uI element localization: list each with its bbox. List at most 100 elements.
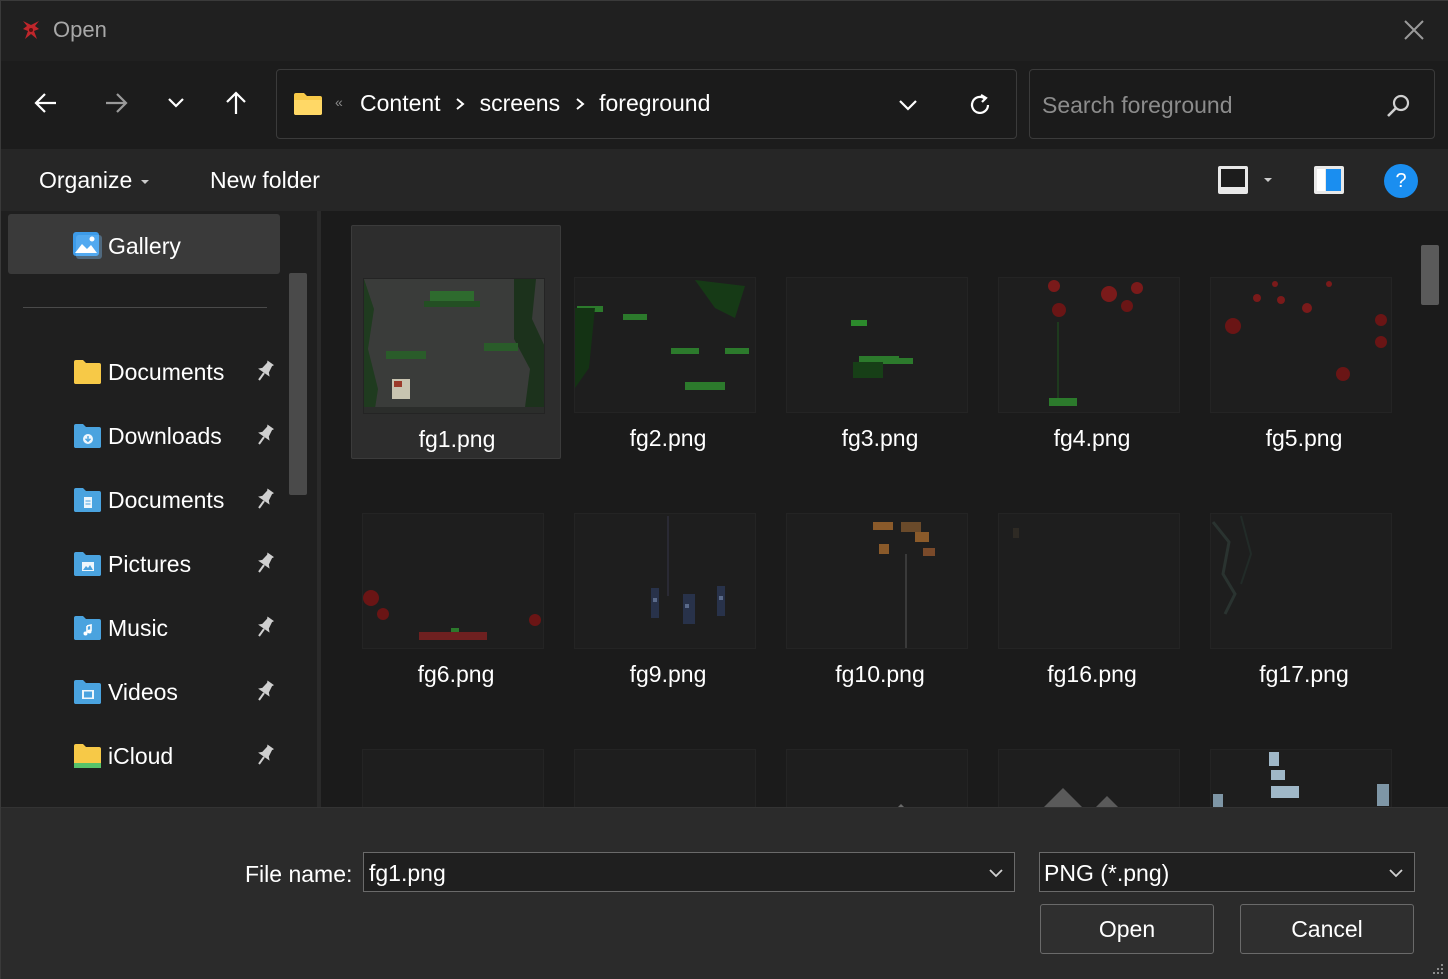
chevron-down-icon[interactable] [986,863,1006,883]
breadcrumb-screens[interactable]: screens [480,90,561,117]
sidebar-item-documents[interactable]: Documents [1,473,283,529]
pin-icon[interactable] [253,615,275,639]
file-tile-partial[interactable] [563,697,773,807]
file-tile[interactable]: fg3.png [775,225,985,459]
file-grid: fg1.png fg2.png fg3.png fg4.png fg5.png fg6.p… [321,211,1417,807]
sidebar-item-label: iCloud [108,743,174,769]
file-name-label: File name: [245,861,353,887]
refresh-icon [970,94,990,114]
chevron-right-icon[interactable] [441,94,480,114]
pin-icon[interactable] [253,679,275,703]
search-input[interactable] [1042,88,1382,122]
search-icon[interactable] [1384,92,1412,120]
bottom-panel: File name: fg1.png PNG (*.png) Open Canc… [1,807,1448,979]
file-thumbnail [1210,277,1392,413]
breadcrumb-content[interactable]: Content [360,90,441,117]
sidebar-item-label: Pictures [108,551,192,577]
help-button[interactable]: ? [1384,164,1418,198]
close-icon[interactable] [1397,13,1431,47]
file-tile-partial[interactable] [775,697,985,807]
file-tile[interactable]: fg5.png [1199,225,1409,459]
folder-icon [74,360,101,384]
file-tile[interactable]: fg10.png [775,461,985,695]
file-thumbnail [1210,749,1392,807]
pin-icon[interactable] [253,743,275,767]
app-icon [23,21,39,39]
command-bar: Organize New folder [1,149,1448,211]
sidebar-item-label: Videos [108,679,178,705]
file-thumbnail [998,513,1180,649]
title-bar: Open [1,1,1448,61]
file-name: fg5.png [1265,425,1343,451]
file-tile[interactable]: fg1.png [351,225,561,459]
music-folder-icon [74,616,101,640]
chevron-down-icon [168,98,184,108]
file-thumbnail [1210,513,1392,649]
back-button[interactable] [26,83,66,123]
videos-folder-icon [74,680,101,704]
window-title: Open [53,17,107,42]
file-thumbnail [786,513,968,649]
file-name: fg2.png [629,425,707,451]
file-name-value: fg1.png [369,860,446,886]
address-history-button[interactable] [891,88,925,122]
arrow-right-icon [106,93,128,113]
recent-locations-button[interactable] [156,83,196,123]
sidebar-item-downloads[interactable]: Downloads [1,409,283,465]
file-tile-partial[interactable] [1199,697,1409,807]
address-bar[interactable]: « Content screens foreground [276,69,1017,139]
sidebar-item-icloud[interactable]: iCloud [1,729,283,785]
file-tile[interactable]: fg2.png [563,225,773,459]
file-thumbnail [362,749,544,807]
file-tile[interactable]: fg17.png [1199,461,1409,695]
sidebar-item-gallery[interactable]: Gallery [8,214,280,274]
folder-icon [294,93,322,115]
organize-label: Organize [39,167,133,193]
new-folder-button[interactable]: New folder [210,167,320,194]
gallery-icon [73,232,102,259]
sidebar-item-pictures[interactable]: Pictures [1,537,283,593]
caret-down-icon[interactable] [1259,171,1277,189]
cancel-button[interactable]: Cancel [1240,904,1414,954]
file-tile[interactable]: fg6.png [351,461,561,695]
file-tile[interactable]: fg16.png [987,461,1197,695]
chevron-right-icon[interactable] [560,94,599,114]
pin-icon[interactable] [253,551,275,575]
open-file-dialog: Open « Content screens foreground Search… [0,0,1448,979]
file-name-field[interactable]: fg1.png [363,852,1015,892]
sidebar-item-documents[interactable]: Documents [1,345,283,401]
view-mode-icon[interactable] [1215,163,1251,197]
file-type-select[interactable]: PNG (*.png) [1039,852,1415,892]
pin-icon[interactable] [253,359,275,383]
file-tile-partial[interactable] [987,697,1197,807]
file-name: fg16.png [1047,661,1137,687]
documents-folder-icon [74,488,101,512]
file-thumbnail [363,278,545,414]
sidebar-item-videos[interactable]: Videos [1,665,283,721]
sidebar-scrollbar[interactable] [289,273,307,495]
pictures-folder-icon [74,552,101,576]
preview-pane-icon[interactable] [1311,163,1347,197]
pin-icon[interactable] [253,487,275,511]
grid-scrollbar-thumb[interactable] [1421,245,1439,305]
breadcrumb-foreground[interactable]: foreground [599,90,710,117]
arrow-left-icon [34,93,56,113]
breadcrumb: Content screens foreground [360,90,710,117]
resize-grip-icon[interactable] [1429,960,1445,976]
sidebar-item-label: Music [108,615,169,641]
up-button[interactable] [216,83,256,123]
file-tile-partial[interactable] [351,697,561,807]
sidebar-item-label: Documents [108,487,225,513]
open-button[interactable]: Open [1040,904,1214,954]
downloads-folder-icon [74,424,101,448]
sidebar-item-music[interactable]: Music [1,601,283,657]
file-thumbnail [574,749,756,807]
file-tile[interactable]: fg9.png [563,461,773,695]
overflow-indicator[interactable]: « [335,94,343,110]
pin-icon[interactable] [253,423,275,447]
refresh-button[interactable] [963,88,997,122]
organize-button[interactable]: Organize [39,167,150,194]
file-tile[interactable]: fg4.png [987,225,1197,459]
forward-button[interactable] [96,83,136,123]
search-box [1029,69,1435,139]
